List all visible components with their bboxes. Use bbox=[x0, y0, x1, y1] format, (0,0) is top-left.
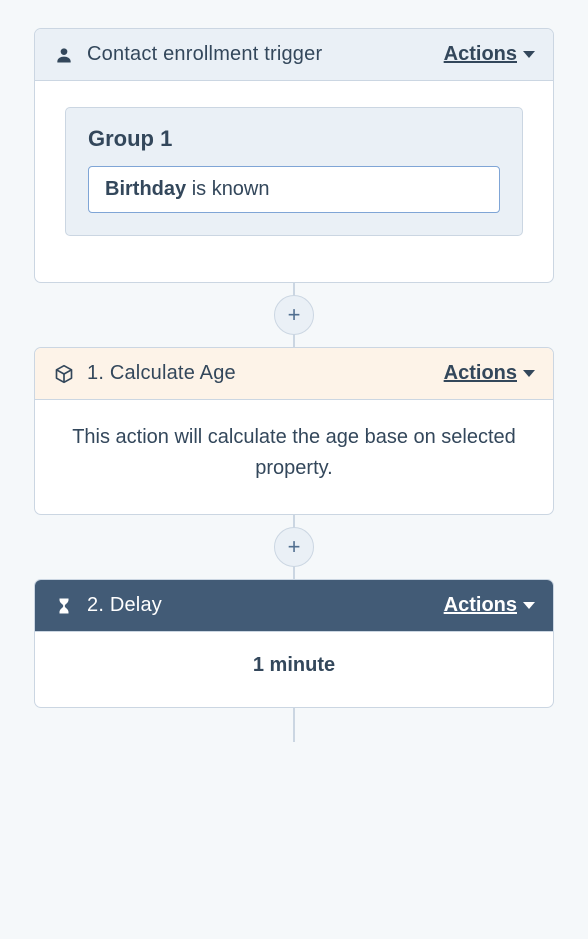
calculate-actions-menu[interactable]: Actions bbox=[444, 362, 535, 385]
calculate-card-header: 1. Calculate Age Actions bbox=[35, 348, 553, 400]
delay-actions-menu[interactable]: Actions bbox=[444, 594, 535, 617]
delay-value: 1 minute bbox=[65, 654, 523, 677]
hourglass-icon bbox=[53, 595, 75, 617]
add-action-button[interactable]: + bbox=[274, 295, 314, 335]
trigger-card-header: Contact enrollment trigger Actions bbox=[35, 29, 553, 81]
calculate-card-body: This action will calculate the age base … bbox=[35, 400, 553, 514]
chevron-down-icon bbox=[523, 51, 535, 58]
actions-label: Actions bbox=[444, 594, 517, 617]
connector bbox=[34, 708, 554, 742]
filter-group-title: Group 1 bbox=[88, 126, 500, 152]
trigger-card-body: Group 1 Birthday is known bbox=[35, 81, 553, 282]
trigger-title: Contact enrollment trigger bbox=[87, 43, 432, 66]
chevron-down-icon bbox=[523, 602, 535, 609]
calculate-description: This action will calculate the age base … bbox=[65, 422, 523, 484]
chevron-down-icon bbox=[523, 370, 535, 377]
filter-field: Birthday bbox=[105, 178, 186, 200]
delay-card[interactable]: 2. Delay Actions 1 minute bbox=[34, 579, 554, 708]
calculate-title: 1. Calculate Age bbox=[87, 362, 432, 385]
filter-chip[interactable]: Birthday is known bbox=[88, 166, 500, 213]
filter-group[interactable]: Group 1 Birthday is known bbox=[65, 107, 523, 236]
delay-card-header: 2. Delay Actions bbox=[35, 580, 553, 632]
delay-card-body: 1 minute bbox=[35, 632, 553, 707]
contact-icon bbox=[53, 44, 75, 66]
trigger-actions-menu[interactable]: Actions bbox=[444, 43, 535, 66]
add-action-button[interactable]: + bbox=[274, 527, 314, 567]
actions-label: Actions bbox=[444, 362, 517, 385]
workflow-canvas: Contact enrollment trigger Actions Group… bbox=[0, 0, 588, 742]
delay-title: 2. Delay bbox=[87, 594, 432, 617]
trigger-card[interactable]: Contact enrollment trigger Actions Group… bbox=[34, 28, 554, 283]
connector: + bbox=[34, 283, 554, 347]
calculate-age-card[interactable]: 1. Calculate Age Actions This action wil… bbox=[34, 347, 554, 515]
actions-label: Actions bbox=[444, 43, 517, 66]
cube-icon bbox=[53, 363, 75, 385]
filter-condition: is known bbox=[192, 178, 270, 200]
connector: + bbox=[34, 515, 554, 579]
